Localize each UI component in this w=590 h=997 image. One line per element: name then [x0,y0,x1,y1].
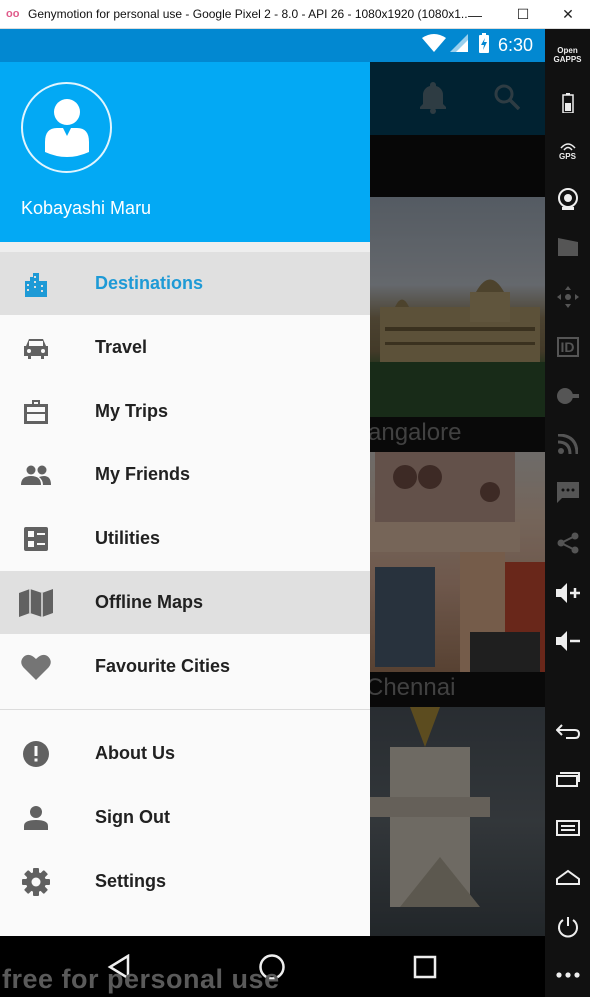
drawer-item-travel[interactable]: Travel [0,316,370,379]
volume-up-icon[interactable] [545,573,590,613]
back-icon[interactable] [545,711,590,751]
watermark-text: free for personal use [2,964,280,994]
menu-icon[interactable] [545,808,590,848]
minimize-button[interactable]: — [453,0,497,29]
car-icon [0,316,72,379]
sms-icon[interactable] [545,473,590,513]
drawer-scrim[interactable] [370,62,545,936]
volume-down-icon[interactable] [545,621,590,661]
drawer-item-label: My Trips [95,401,169,421]
close-button[interactable]: ✕ [546,0,590,29]
drawer-item-label: About Us [95,743,175,763]
home-icon[interactable] [545,857,590,897]
gps-icon[interactable]: GPS [545,131,590,171]
recent-apps-icon[interactable] [545,759,590,799]
drawer-item-settings[interactable]: Settings [0,850,370,913]
user-name: Kobayashi Maru [21,198,152,218]
recents-icon[interactable] [405,950,445,984]
header-spacer [0,242,370,252]
drawer-item-about-us[interactable]: About Us [0,722,370,785]
identifiers-icon[interactable]: ID [545,327,590,367]
drawer-item-my-trips[interactable]: My Trips [0,380,370,443]
city-icon [0,252,72,315]
disk-io-icon[interactable] [545,376,590,416]
wifi-icon [421,34,446,57]
battery-charging-icon [478,33,490,58]
signal-icon [449,34,468,57]
info-icon [0,722,72,785]
power-icon[interactable] [545,907,590,947]
list-icon [0,507,72,570]
drawer-item-label: Destinations [95,273,204,293]
user-avatar-icon [44,98,89,157]
window-title: Genymotion for personal use - Google Pix… [28,7,468,21]
briefcase-icon [0,380,72,443]
gear-icon [0,850,72,913]
capture-icon[interactable] [545,227,590,267]
camera-icon[interactable] [545,179,590,219]
drawer-item-label: Travel [95,337,148,357]
maximize-button[interactable]: ☐ [501,0,545,29]
share-icon[interactable] [545,523,590,563]
drawer-item-label: Favourite Cities [95,656,231,676]
navigation-drawer: Kobayashi Maru Destinations Travel My Tr… [0,62,370,936]
more-icon[interactable] [545,955,590,995]
drawer-item-destinations[interactable]: Destinations [0,252,370,315]
drawer-item-label: Settings [95,871,167,891]
network-icon[interactable] [545,424,590,464]
clock: 6:30 [497,35,533,55]
drawer-item-my-friends[interactable]: My Friends [0,443,370,506]
drawer-item-sign-out[interactable]: Sign Out [0,786,370,849]
open-gapps-button[interactable]: Open GAPPS [545,35,590,75]
heart-icon [0,635,72,698]
drawer-item-favourite-cities[interactable]: Favourite Cities [0,635,370,698]
drawer-item-label: Utilities [95,528,161,548]
battery-icon[interactable] [545,83,590,123]
drawer-item-utilities[interactable]: Utilities [0,507,370,570]
map-icon [0,571,72,634]
drawer-item-label: My Friends [95,464,191,484]
people-icon [0,443,72,506]
drawer-item-label: Sign Out [95,807,170,827]
drawer-item-label: Offline Maps [95,592,204,612]
drawer-header: Kobayashi Maru [0,62,370,242]
window-title-bar: oo Genymotion for personal use - Google … [0,0,590,29]
emulator-toolbar: Open GAPPS GPS ID [545,29,590,997]
status-bar: 6:30 [0,29,545,62]
remote-control-icon[interactable] [545,277,590,317]
drawer-item-offline-maps[interactable]: Offline Maps [0,571,370,634]
avatar[interactable] [21,82,112,173]
drawer-divider [0,709,370,710]
genymotion-logo-icon: oo [6,8,20,20]
person-icon [0,786,72,849]
